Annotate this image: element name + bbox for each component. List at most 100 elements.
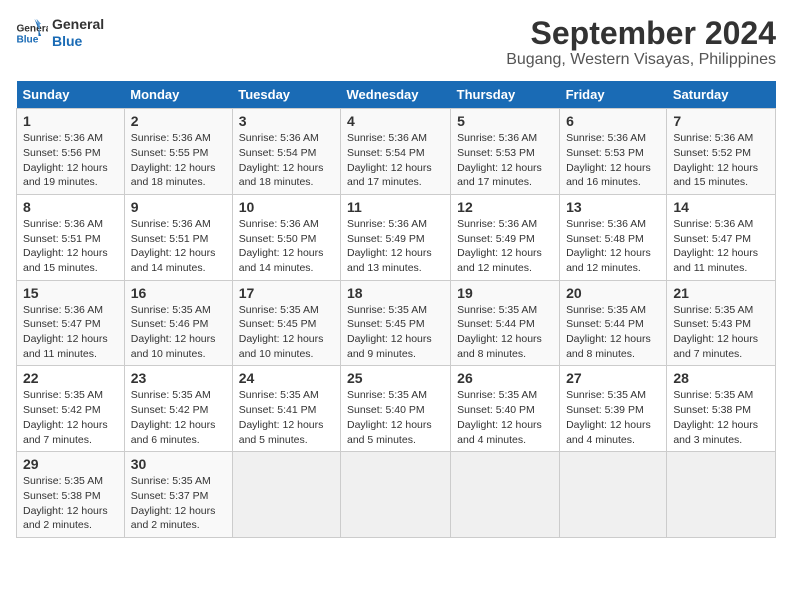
calendar-cell: 25 Sunrise: 5:35 AM Sunset: 5:40 PM Dayl… <box>340 366 450 452</box>
sunset-label: Sunset: 5:54 PM <box>239 147 317 159</box>
sunrise-label: Sunrise: 5:36 AM <box>566 132 646 144</box>
daylight-label: Daylight: 12 hours and 12 minutes. <box>566 247 651 274</box>
calendar-cell: 7 Sunrise: 5:36 AM Sunset: 5:52 PM Dayli… <box>667 109 776 195</box>
calendar-cell: 27 Sunrise: 5:35 AM Sunset: 5:39 PM Dayl… <box>560 366 667 452</box>
column-header-wednesday: Wednesday <box>340 81 450 109</box>
calendar-cell: 14 Sunrise: 5:36 AM Sunset: 5:47 PM Dayl… <box>667 194 776 280</box>
daylight-label: Daylight: 12 hours and 14 minutes. <box>239 247 324 274</box>
calendar-cell: 30 Sunrise: 5:35 AM Sunset: 5:37 PM Dayl… <box>124 452 232 538</box>
sunrise-label: Sunrise: 5:35 AM <box>457 304 537 316</box>
daylight-label: Daylight: 12 hours and 6 minutes. <box>131 419 216 446</box>
calendar-cell: 4 Sunrise: 5:36 AM Sunset: 5:54 PM Dayli… <box>340 109 450 195</box>
daylight-label: Daylight: 12 hours and 2 minutes. <box>131 505 216 532</box>
daylight-label: Daylight: 12 hours and 7 minutes. <box>23 419 108 446</box>
sunset-label: Sunset: 5:42 PM <box>131 404 209 416</box>
daylight-label: Daylight: 12 hours and 4 minutes. <box>457 419 542 446</box>
day-number: 13 <box>566 199 660 215</box>
day-info: Sunrise: 5:36 AM Sunset: 5:47 PM Dayligh… <box>673 217 769 276</box>
page-subtitle: Bugang, Western Visayas, Philippines <box>506 51 776 69</box>
sunset-label: Sunset: 5:49 PM <box>347 233 425 245</box>
calendar-week-2: 8 Sunrise: 5:36 AM Sunset: 5:51 PM Dayli… <box>17 194 776 280</box>
sunrise-label: Sunrise: 5:35 AM <box>347 304 427 316</box>
day-info: Sunrise: 5:35 AM Sunset: 5:38 PM Dayligh… <box>673 388 769 447</box>
day-number: 20 <box>566 285 660 301</box>
sunrise-label: Sunrise: 5:36 AM <box>23 304 103 316</box>
daylight-label: Daylight: 12 hours and 9 minutes. <box>347 333 432 360</box>
day-number: 19 <box>457 285 553 301</box>
daylight-label: Daylight: 12 hours and 10 minutes. <box>239 333 324 360</box>
sunrise-label: Sunrise: 5:36 AM <box>23 218 103 230</box>
day-info: Sunrise: 5:35 AM Sunset: 5:42 PM Dayligh… <box>23 388 118 447</box>
day-number: 5 <box>457 113 553 129</box>
sunrise-label: Sunrise: 5:35 AM <box>673 389 753 401</box>
day-number: 25 <box>347 370 444 386</box>
calendar-cell: 13 Sunrise: 5:36 AM Sunset: 5:48 PM Dayl… <box>560 194 667 280</box>
sunset-label: Sunset: 5:44 PM <box>566 318 644 330</box>
daylight-label: Daylight: 12 hours and 2 minutes. <box>23 505 108 532</box>
day-number: 14 <box>673 199 769 215</box>
day-number: 26 <box>457 370 553 386</box>
day-info: Sunrise: 5:36 AM Sunset: 5:54 PM Dayligh… <box>347 131 444 190</box>
day-number: 12 <box>457 199 553 215</box>
day-number: 9 <box>131 199 226 215</box>
calendar-cell: 5 Sunrise: 5:36 AM Sunset: 5:53 PM Dayli… <box>451 109 560 195</box>
sunrise-label: Sunrise: 5:36 AM <box>239 132 319 144</box>
daylight-label: Daylight: 12 hours and 7 minutes. <box>673 333 758 360</box>
sunrise-label: Sunrise: 5:35 AM <box>131 304 211 316</box>
daylight-label: Daylight: 12 hours and 15 minutes. <box>23 247 108 274</box>
day-info: Sunrise: 5:35 AM Sunset: 5:44 PM Dayligh… <box>457 303 553 362</box>
sunrise-label: Sunrise: 5:35 AM <box>239 304 319 316</box>
day-number: 8 <box>23 199 118 215</box>
daylight-label: Daylight: 12 hours and 16 minutes. <box>566 162 651 189</box>
day-number: 23 <box>131 370 226 386</box>
calendar-cell: 16 Sunrise: 5:35 AM Sunset: 5:46 PM Dayl… <box>124 280 232 366</box>
day-number: 6 <box>566 113 660 129</box>
calendar-cell <box>340 452 450 538</box>
column-header-friday: Friday <box>560 81 667 109</box>
day-number: 21 <box>673 285 769 301</box>
daylight-label: Daylight: 12 hours and 5 minutes. <box>239 419 324 446</box>
calendar-header-row: SundayMondayTuesdayWednesdayThursdayFrid… <box>17 81 776 109</box>
column-header-thursday: Thursday <box>451 81 560 109</box>
day-number: 4 <box>347 113 444 129</box>
logo-icon: General Blue <box>16 19 48 47</box>
day-info: Sunrise: 5:35 AM Sunset: 5:43 PM Dayligh… <box>673 303 769 362</box>
sunrise-label: Sunrise: 5:35 AM <box>566 304 646 316</box>
sunset-label: Sunset: 5:39 PM <box>566 404 644 416</box>
calendar-cell: 2 Sunrise: 5:36 AM Sunset: 5:55 PM Dayli… <box>124 109 232 195</box>
column-header-tuesday: Tuesday <box>232 81 340 109</box>
day-info: Sunrise: 5:35 AM Sunset: 5:37 PM Dayligh… <box>131 474 226 533</box>
calendar-cell: 9 Sunrise: 5:36 AM Sunset: 5:51 PM Dayli… <box>124 194 232 280</box>
column-header-monday: Monday <box>124 81 232 109</box>
daylight-label: Daylight: 12 hours and 17 minutes. <box>457 162 542 189</box>
calendar-cell <box>667 452 776 538</box>
daylight-label: Daylight: 12 hours and 8 minutes. <box>566 333 651 360</box>
daylight-label: Daylight: 12 hours and 19 minutes. <box>23 162 108 189</box>
calendar-cell: 28 Sunrise: 5:35 AM Sunset: 5:38 PM Dayl… <box>667 366 776 452</box>
sunset-label: Sunset: 5:48 PM <box>566 233 644 245</box>
svg-text:General: General <box>16 23 48 34</box>
sunset-label: Sunset: 5:53 PM <box>566 147 644 159</box>
day-number: 3 <box>239 113 334 129</box>
logo: General Blue General Blue <box>16 16 104 50</box>
day-number: 27 <box>566 370 660 386</box>
day-info: Sunrise: 5:36 AM Sunset: 5:51 PM Dayligh… <box>131 217 226 276</box>
sunset-label: Sunset: 5:40 PM <box>347 404 425 416</box>
sunrise-label: Sunrise: 5:36 AM <box>457 218 537 230</box>
column-header-saturday: Saturday <box>667 81 776 109</box>
day-info: Sunrise: 5:36 AM Sunset: 5:51 PM Dayligh… <box>23 217 118 276</box>
header: General Blue General Blue September 2024… <box>16 16 776 69</box>
day-info: Sunrise: 5:36 AM Sunset: 5:47 PM Dayligh… <box>23 303 118 362</box>
calendar-week-1: 1 Sunrise: 5:36 AM Sunset: 5:56 PM Dayli… <box>17 109 776 195</box>
sunset-label: Sunset: 5:42 PM <box>23 404 101 416</box>
sunset-label: Sunset: 5:56 PM <box>23 147 101 159</box>
day-info: Sunrise: 5:36 AM Sunset: 5:55 PM Dayligh… <box>131 131 226 190</box>
sunset-label: Sunset: 5:40 PM <box>457 404 535 416</box>
day-number: 22 <box>23 370 118 386</box>
calendar-cell: 20 Sunrise: 5:35 AM Sunset: 5:44 PM Dayl… <box>560 280 667 366</box>
day-number: 10 <box>239 199 334 215</box>
day-number: 11 <box>347 199 444 215</box>
calendar-cell <box>451 452 560 538</box>
sunset-label: Sunset: 5:44 PM <box>457 318 535 330</box>
sunrise-label: Sunrise: 5:35 AM <box>566 389 646 401</box>
